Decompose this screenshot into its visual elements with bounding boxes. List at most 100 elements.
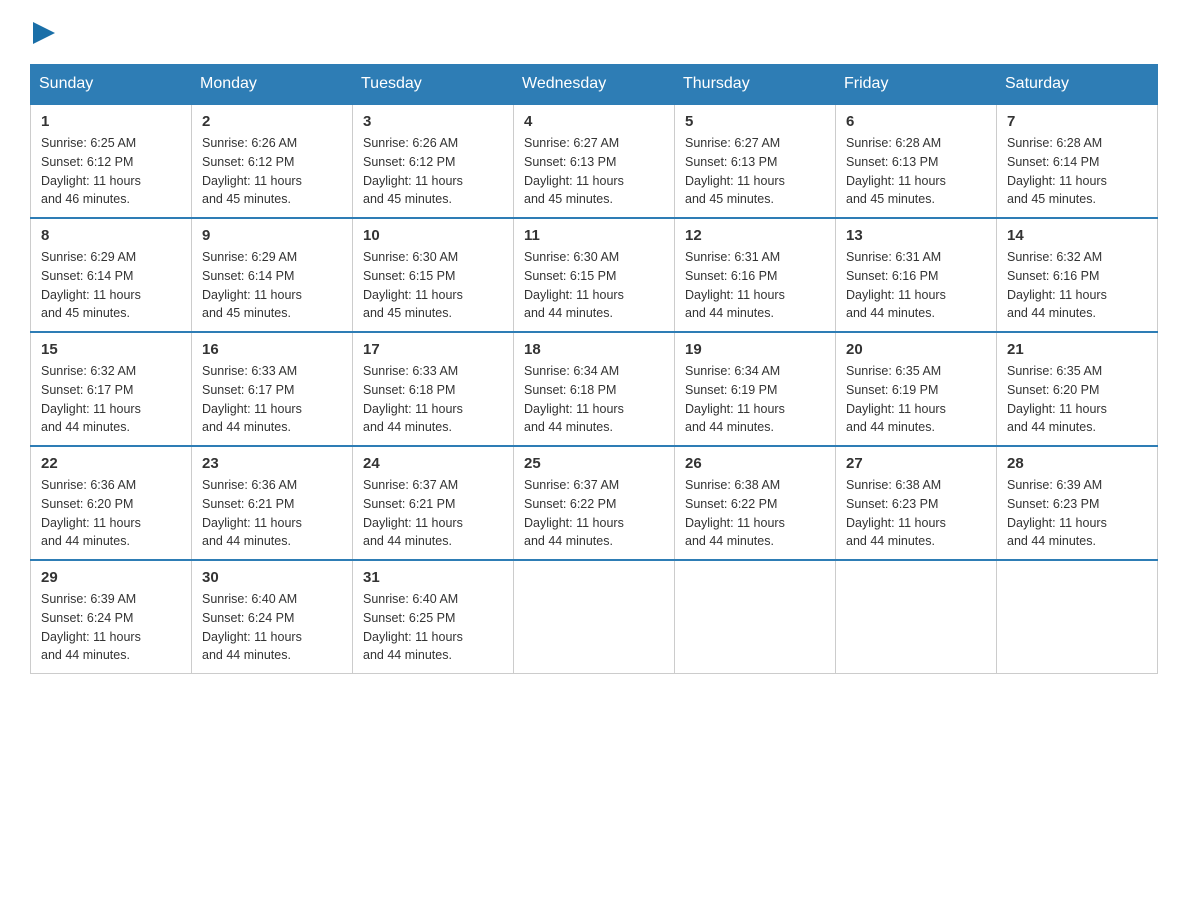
day-number: 6 [846, 113, 986, 130]
day-info: Sunrise: 6:40 AMSunset: 6:24 PMDaylight:… [202, 592, 302, 662]
day-number: 10 [363, 227, 503, 244]
day-info: Sunrise: 6:27 AMSunset: 6:13 PMDaylight:… [524, 136, 624, 206]
table-row: 3 Sunrise: 6:26 AMSunset: 6:12 PMDayligh… [353, 104, 514, 218]
table-row [997, 560, 1158, 674]
table-row: 16 Sunrise: 6:33 AMSunset: 6:17 PMDaylig… [192, 332, 353, 446]
day-info: Sunrise: 6:36 AMSunset: 6:21 PMDaylight:… [202, 478, 302, 548]
table-row: 11 Sunrise: 6:30 AMSunset: 6:15 PMDaylig… [514, 218, 675, 332]
week-row-5: 29 Sunrise: 6:39 AMSunset: 6:24 PMDaylig… [31, 560, 1158, 674]
table-row: 20 Sunrise: 6:35 AMSunset: 6:19 PMDaylig… [836, 332, 997, 446]
table-row: 5 Sunrise: 6:27 AMSunset: 6:13 PMDayligh… [675, 104, 836, 218]
day-number: 11 [524, 227, 664, 244]
table-row: 30 Sunrise: 6:40 AMSunset: 6:24 PMDaylig… [192, 560, 353, 674]
day-number: 16 [202, 341, 342, 358]
day-number: 5 [685, 113, 825, 130]
day-info: Sunrise: 6:29 AMSunset: 6:14 PMDaylight:… [41, 250, 141, 320]
table-row: 24 Sunrise: 6:37 AMSunset: 6:21 PMDaylig… [353, 446, 514, 560]
calendar-table: SundayMondayTuesdayWednesdayThursdayFrid… [30, 64, 1158, 674]
week-row-1: 1 Sunrise: 6:25 AMSunset: 6:12 PMDayligh… [31, 104, 1158, 218]
table-row: 22 Sunrise: 6:36 AMSunset: 6:20 PMDaylig… [31, 446, 192, 560]
table-row: 18 Sunrise: 6:34 AMSunset: 6:18 PMDaylig… [514, 332, 675, 446]
day-number: 20 [846, 341, 986, 358]
day-number: 4 [524, 113, 664, 130]
logo-triangle-icon [33, 22, 55, 44]
table-row: 31 Sunrise: 6:40 AMSunset: 6:25 PMDaylig… [353, 560, 514, 674]
header-friday: Friday [836, 65, 997, 105]
day-number: 23 [202, 455, 342, 472]
day-info: Sunrise: 6:30 AMSunset: 6:15 PMDaylight:… [524, 250, 624, 320]
table-row: 17 Sunrise: 6:33 AMSunset: 6:18 PMDaylig… [353, 332, 514, 446]
day-number: 7 [1007, 113, 1147, 130]
header-sunday: Sunday [31, 65, 192, 105]
table-row: 13 Sunrise: 6:31 AMSunset: 6:16 PMDaylig… [836, 218, 997, 332]
logo [30, 20, 55, 44]
day-info: Sunrise: 6:39 AMSunset: 6:24 PMDaylight:… [41, 592, 141, 662]
day-info: Sunrise: 6:38 AMSunset: 6:22 PMDaylight:… [685, 478, 785, 548]
table-row [836, 560, 997, 674]
day-number: 24 [363, 455, 503, 472]
table-row: 14 Sunrise: 6:32 AMSunset: 6:16 PMDaylig… [997, 218, 1158, 332]
table-row: 12 Sunrise: 6:31 AMSunset: 6:16 PMDaylig… [675, 218, 836, 332]
table-row: 8 Sunrise: 6:29 AMSunset: 6:14 PMDayligh… [31, 218, 192, 332]
day-number: 21 [1007, 341, 1147, 358]
table-row: 9 Sunrise: 6:29 AMSunset: 6:14 PMDayligh… [192, 218, 353, 332]
header-monday: Monday [192, 65, 353, 105]
day-number: 28 [1007, 455, 1147, 472]
day-number: 19 [685, 341, 825, 358]
day-info: Sunrise: 6:37 AMSunset: 6:21 PMDaylight:… [363, 478, 463, 548]
day-info: Sunrise: 6:36 AMSunset: 6:20 PMDaylight:… [41, 478, 141, 548]
day-number: 30 [202, 569, 342, 586]
table-row: 15 Sunrise: 6:32 AMSunset: 6:17 PMDaylig… [31, 332, 192, 446]
table-row: 6 Sunrise: 6:28 AMSunset: 6:13 PMDayligh… [836, 104, 997, 218]
day-info: Sunrise: 6:39 AMSunset: 6:23 PMDaylight:… [1007, 478, 1107, 548]
day-number: 26 [685, 455, 825, 472]
day-number: 18 [524, 341, 664, 358]
week-row-3: 15 Sunrise: 6:32 AMSunset: 6:17 PMDaylig… [31, 332, 1158, 446]
day-number: 13 [846, 227, 986, 244]
day-info: Sunrise: 6:33 AMSunset: 6:18 PMDaylight:… [363, 364, 463, 434]
day-number: 2 [202, 113, 342, 130]
table-row [514, 560, 675, 674]
day-info: Sunrise: 6:34 AMSunset: 6:19 PMDaylight:… [685, 364, 785, 434]
header-row: SundayMondayTuesdayWednesdayThursdayFrid… [31, 65, 1158, 105]
day-info: Sunrise: 6:38 AMSunset: 6:23 PMDaylight:… [846, 478, 946, 548]
header-thursday: Thursday [675, 65, 836, 105]
day-number: 12 [685, 227, 825, 244]
day-info: Sunrise: 6:31 AMSunset: 6:16 PMDaylight:… [685, 250, 785, 320]
table-row: 2 Sunrise: 6:26 AMSunset: 6:12 PMDayligh… [192, 104, 353, 218]
day-info: Sunrise: 6:34 AMSunset: 6:18 PMDaylight:… [524, 364, 624, 434]
day-number: 3 [363, 113, 503, 130]
day-info: Sunrise: 6:30 AMSunset: 6:15 PMDaylight:… [363, 250, 463, 320]
day-number: 14 [1007, 227, 1147, 244]
week-row-2: 8 Sunrise: 6:29 AMSunset: 6:14 PMDayligh… [31, 218, 1158, 332]
day-info: Sunrise: 6:31 AMSunset: 6:16 PMDaylight:… [846, 250, 946, 320]
day-number: 1 [41, 113, 181, 130]
day-info: Sunrise: 6:26 AMSunset: 6:12 PMDaylight:… [202, 136, 302, 206]
day-info: Sunrise: 6:25 AMSunset: 6:12 PMDaylight:… [41, 136, 141, 206]
table-row: 27 Sunrise: 6:38 AMSunset: 6:23 PMDaylig… [836, 446, 997, 560]
day-number: 8 [41, 227, 181, 244]
day-info: Sunrise: 6:35 AMSunset: 6:19 PMDaylight:… [846, 364, 946, 434]
table-row: 7 Sunrise: 6:28 AMSunset: 6:14 PMDayligh… [997, 104, 1158, 218]
table-row: 1 Sunrise: 6:25 AMSunset: 6:12 PMDayligh… [31, 104, 192, 218]
day-info: Sunrise: 6:29 AMSunset: 6:14 PMDaylight:… [202, 250, 302, 320]
header-wednesday: Wednesday [514, 65, 675, 105]
table-row: 28 Sunrise: 6:39 AMSunset: 6:23 PMDaylig… [997, 446, 1158, 560]
day-info: Sunrise: 6:28 AMSunset: 6:14 PMDaylight:… [1007, 136, 1107, 206]
table-row: 10 Sunrise: 6:30 AMSunset: 6:15 PMDaylig… [353, 218, 514, 332]
table-row: 29 Sunrise: 6:39 AMSunset: 6:24 PMDaylig… [31, 560, 192, 674]
day-info: Sunrise: 6:35 AMSunset: 6:20 PMDaylight:… [1007, 364, 1107, 434]
table-row: 25 Sunrise: 6:37 AMSunset: 6:22 PMDaylig… [514, 446, 675, 560]
day-info: Sunrise: 6:27 AMSunset: 6:13 PMDaylight:… [685, 136, 785, 206]
page-header [30, 20, 1158, 44]
day-number: 25 [524, 455, 664, 472]
day-info: Sunrise: 6:26 AMSunset: 6:12 PMDaylight:… [363, 136, 463, 206]
table-row [675, 560, 836, 674]
day-info: Sunrise: 6:32 AMSunset: 6:16 PMDaylight:… [1007, 250, 1107, 320]
day-info: Sunrise: 6:37 AMSunset: 6:22 PMDaylight:… [524, 478, 624, 548]
table-row: 4 Sunrise: 6:27 AMSunset: 6:13 PMDayligh… [514, 104, 675, 218]
day-number: 31 [363, 569, 503, 586]
header-saturday: Saturday [997, 65, 1158, 105]
day-number: 9 [202, 227, 342, 244]
week-row-4: 22 Sunrise: 6:36 AMSunset: 6:20 PMDaylig… [31, 446, 1158, 560]
